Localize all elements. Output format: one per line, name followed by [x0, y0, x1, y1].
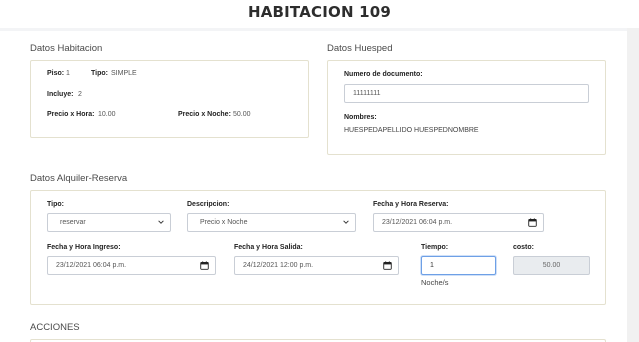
costo-input: 50.00: [513, 256, 590, 275]
calendar-icon[interactable]: [200, 261, 209, 270]
fecha-reserva-input[interactable]: 23/12/2021 06:04 p.m.: [373, 213, 544, 232]
tipo-value: SIMPLE: [111, 70, 137, 77]
fecha-salida-label: Fecha y Hora Salida:: [234, 244, 303, 251]
incluye-label: Incluye:: [47, 91, 74, 98]
precio-noche-label: Precio x Noche:: [178, 111, 231, 118]
chevron-down-icon: [343, 220, 349, 224]
chevron-down-icon: [158, 220, 164, 224]
fecha-reserva-value: 23/12/2021 06:04 p.m.: [382, 219, 453, 226]
tipo-field-label: Tipo:: [47, 201, 64, 208]
fecha-ingreso-input[interactable]: 23/12/2021 06:04 p.m.: [47, 256, 216, 275]
calendar-icon[interactable]: [383, 261, 392, 270]
piso-label: Piso:: [47, 70, 65, 77]
precio-hora-label: Precio x Hora:: [47, 111, 95, 118]
tiempo-input[interactable]: 1: [421, 256, 496, 275]
calendar-icon[interactable]: [528, 218, 537, 227]
alquiler-card: Tipo: reservar Descripcion: Precio x Noc…: [30, 190, 606, 305]
precio-noche-value: 50.00: [233, 111, 251, 118]
tipo-select-value: reservar: [60, 219, 86, 226]
datos-huesped-title: Datos Huesped: [327, 43, 393, 54]
tiempo-label: Tiempo:: [421, 244, 449, 251]
nombres-value: HUESPEDAPELLIDO HUESPEDNOMBRE: [344, 127, 479, 134]
tipo-select[interactable]: reservar: [47, 213, 171, 232]
documento-input[interactable]: 11111111: [344, 84, 589, 103]
fecha-ingreso-label: Fecha y Hora Ingreso:: [47, 244, 121, 251]
fecha-salida-value: 24/12/2021 12:00 p.m.: [243, 262, 314, 269]
incluye-value: 2: [78, 91, 82, 98]
fecha-ingreso-value: 23/12/2021 06:04 p.m.: [56, 262, 127, 269]
tiempo-unit: Noche/s: [421, 278, 449, 287]
datos-habitacion-card: Piso: 1 Tipo: SIMPLE Incluye: 2 Precio x…: [30, 60, 309, 138]
descripcion-select[interactable]: Precio x Noche: [187, 213, 356, 232]
precio-hora-value: 10.00: [98, 111, 116, 118]
documento-label: Numero de documento:: [344, 71, 423, 78]
scrollbar[interactable]: [627, 28, 639, 342]
datos-huesped-card: Numero de documento: 11111111 Nombres: H…: [327, 60, 606, 155]
datos-habitacion-title: Datos Habitacion: [30, 43, 103, 54]
fecha-salida-input[interactable]: 24/12/2021 12:00 p.m.: [234, 256, 399, 275]
fecha-reserva-label: Fecha y Hora Reserva:: [373, 201, 449, 208]
descripcion-select-value: Precio x Noche: [200, 219, 248, 226]
main-content: Datos Habitacion Piso: 1 Tipo: SIMPLE In…: [0, 31, 627, 342]
acciones-title: ACCIONES: [30, 322, 80, 333]
tipo-label: Tipo:: [91, 70, 108, 77]
alquiler-title: Datos Alquiler-Reserva: [30, 173, 128, 184]
page-header: HABITACION 109: [0, 0, 639, 28]
descripcion-label: Descripcion:: [187, 201, 230, 208]
costo-label: costo:: [513, 244, 534, 251]
page-title: HABITACION 109: [247, 3, 392, 21]
piso-value: 1: [66, 70, 70, 77]
nombres-label: Nombres:: [344, 114, 377, 121]
